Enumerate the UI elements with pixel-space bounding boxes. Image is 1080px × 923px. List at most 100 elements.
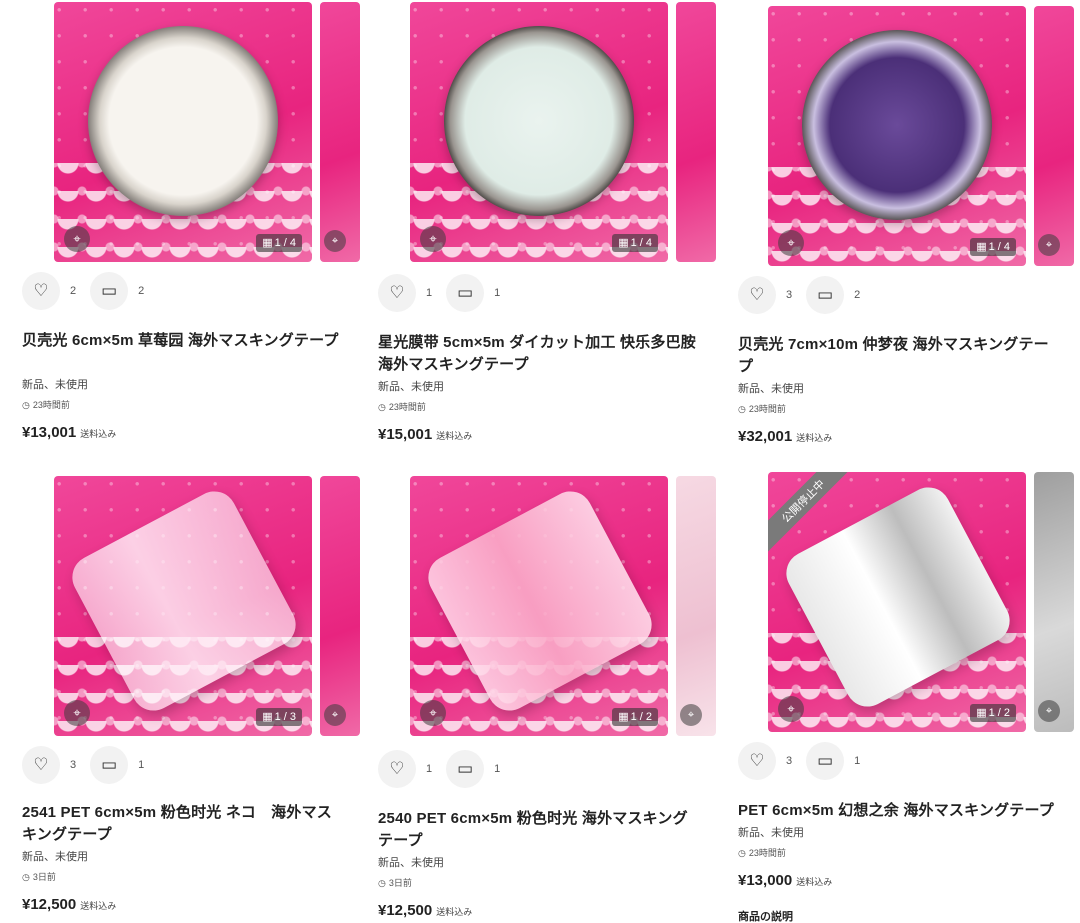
shipping-label: 送料込み [796,877,833,887]
next-image-preview[interactable] [1034,472,1074,732]
image-search-icon[interactable]: ⌖ [420,700,446,726]
image-search-icon[interactable]: ⌖ [64,226,90,252]
comment-icon[interactable]: ▭ [446,274,485,312]
product-image[interactable]: 公開停止中 [768,472,1026,732]
image-count-badge: ▦ 1 / 4 [256,234,302,252]
like-heart-icon[interactable]: ♡ [22,272,60,310]
image-search-icon[interactable]: ⌖ [324,704,346,726]
like-heart-icon[interactable]: ♡ [22,746,60,784]
image-count: 1 / 2 [630,711,652,723]
price: ¥12,500 送料込み [22,896,116,913]
clock-icon: ◷ [22,872,30,882]
image-search-icon[interactable]: ⌖ [1038,700,1060,722]
comment-count: 1 [494,763,501,775]
tape-roll-image [802,30,992,220]
product-image-carousel[interactable]: 公開停止中 ⌖ ⌖ ▦ 1 / 2 [768,472,1080,734]
image-count: 1 / 2 [988,707,1010,719]
product-image[interactable] [410,476,668,736]
description-heading: 商品の説明 [738,911,793,923]
next-image-preview[interactable] [320,2,360,262]
image-count-badge: ▦ 1 / 2 [612,708,658,726]
image-count: 1 / 3 [274,711,296,723]
card-actions: ♡ 3 ▭ 2 [738,276,874,314]
next-image-preview[interactable] [676,2,716,262]
image-count: 1 / 4 [988,241,1010,253]
image-count-badge: ▦ 1 / 2 [970,704,1016,722]
like-heart-icon[interactable]: ♡ [378,750,416,788]
next-image-preview[interactable] [1034,6,1074,266]
shipping-label: 送料込み [436,431,473,441]
price: ¥12,500 送料込み [378,902,472,919]
price-value: ¥15,001 [378,426,433,443]
posted-time-text: 23時間前 [32,400,70,410]
posted-time-text: 23時間前 [748,848,786,858]
posted-time-text: 23時間前 [388,402,426,412]
product-image-carousel[interactable]: ⌖ ⌖ ▦ 1 / 3 [54,476,394,738]
shipping-label: 送料込み [80,901,117,911]
grid-icon: ▦ [976,241,987,253]
like-heart-icon[interactable]: ♡ [738,742,776,780]
like-heart-icon[interactable]: ♡ [378,274,416,312]
product-image-carousel[interactable]: ⌖ ⌖ ▦ 1 / 4 [768,6,1080,268]
condition-label: 新品、未使用 [22,379,88,391]
grid-icon: ▦ [976,707,987,719]
product-title[interactable]: 贝壳光 7cm×10m 仲梦夜 海外マスキングテープ [738,334,1058,378]
like-count: 2 [70,285,77,297]
product-title[interactable]: 2541 PET 6cm×5m 粉色时光 ネコ 海外マスキングテープ [22,802,342,846]
like-count: 1 [426,763,433,775]
condition-label: 新品、未使用 [738,827,804,839]
next-image-preview[interactable] [676,476,716,736]
clock-icon: ◷ [378,878,386,888]
shipping-label: 送料込み [436,907,473,917]
product-title[interactable]: 星光膜带 5cm×5m ダイカット加工 快乐多巴胺 海外マスキングテープ [378,332,698,376]
comment-count: 2 [854,289,861,301]
tape-roll-image [88,26,278,216]
comment-icon[interactable]: ▭ [90,272,129,310]
tape-roll-image [444,26,634,216]
image-search-icon[interactable]: ⌖ [778,696,804,722]
image-search-icon[interactable]: ⌖ [64,700,90,726]
comment-icon[interactable]: ▭ [90,746,129,784]
product-image[interactable] [768,6,1026,266]
posted-time: ◷ 23時間前 [738,402,786,415]
like-heart-icon[interactable]: ♡ [738,276,776,314]
like-count: 3 [70,759,77,771]
comment-icon[interactable]: ▭ [806,742,845,780]
product-image[interactable] [54,476,312,736]
product-image[interactable] [410,2,668,262]
clock-icon: ◷ [738,848,746,858]
posted-time: ◷ 23時間前 [22,398,70,411]
price-value: ¥32,001 [738,428,793,445]
clock-icon: ◷ [22,400,30,410]
comment-count: 1 [494,287,501,299]
product-title[interactable]: PET 6cm×5m 幻想之余 海外マスキングテープ [738,800,1058,822]
posted-time: ◷ 23時間前 [738,846,786,859]
price: ¥15,001 送料込み [378,426,472,443]
comment-icon[interactable]: ▭ [806,276,845,314]
product-image-carousel[interactable]: ⌖ ⌖ ▦ 1 / 4 [54,2,394,264]
like-count: 1 [426,287,433,299]
comment-icon[interactable]: ▭ [446,750,485,788]
image-search-icon[interactable]: ⌖ [680,704,702,726]
image-search-icon[interactable]: ⌖ [778,230,804,256]
image-search-icon[interactable]: ⌖ [420,226,446,252]
posted-time: ◷ 23時間前 [378,400,426,413]
condition-label: 新品、未使用 [22,851,88,863]
price-value: ¥13,000 [738,872,793,889]
product-title[interactable]: 2540 PET 6cm×5m 粉色时光 海外マスキングテープ [378,808,698,852]
grid-icon: ▦ [618,237,629,249]
next-image-preview[interactable] [320,476,360,736]
condition-label: 新品、未使用 [738,383,804,395]
comment-count: 1 [138,759,145,771]
product-image[interactable] [54,2,312,262]
image-search-icon[interactable]: ⌖ [324,230,346,252]
card-actions: ♡ 2 ▭ 2 [22,272,158,310]
grid-icon: ▦ [618,711,629,723]
card-actions: ♡ 1 ▭ 1 [378,274,514,312]
product-title[interactable]: 贝壳光 6cm×5m 草莓园 海外マスキングテープ [22,330,342,352]
product-image-carousel[interactable]: ⌖ ⌖ ▦ 1 / 2 [410,476,750,738]
product-image-carousel[interactable]: ⌖ ▦ 1 / 4 [410,2,750,264]
image-search-icon[interactable]: ⌖ [1038,234,1060,256]
price-value: ¥12,500 [378,902,433,919]
posted-time: ◷ 3日前 [22,870,56,883]
